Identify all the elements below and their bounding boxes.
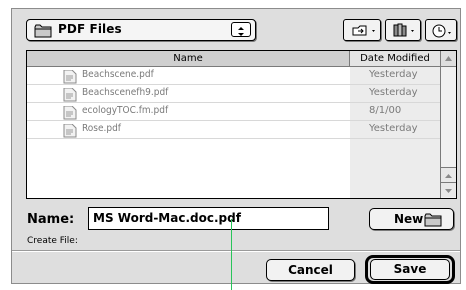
file-name-input[interactable]: MS Word-Mac.doc.pdf [88,207,329,230]
cancel-button[interactable]: Cancel [266,259,355,281]
file-date: Yesterday [369,87,418,98]
file-name: Rose.pdf [82,123,121,134]
list-body: Beachscene.pdf Yesterday Beachscenefh9.p… [27,67,440,198]
popup-arrows-icon [231,22,251,37]
clock-icon [432,24,451,38]
sort-up-icon [445,56,452,61]
file-name: ecologyTOC.fm.pdf [82,105,169,116]
create-file-label: Create File: [27,236,78,246]
pointer-line [231,219,232,290]
desktop-icon [352,25,375,36]
pdf-document-icon [63,123,77,142]
scroll-down-button[interactable] [441,182,456,197]
scroll-up-button[interactable] [441,167,456,182]
shortcuts-button[interactable] [385,19,421,41]
file-name: Beachscenefh9.pdf [82,87,169,98]
shortcuts-icon [393,23,414,37]
desktop-button[interactable] [343,19,381,41]
list-item[interactable]: ecologyTOC.fm.pdf 8/1/00 [27,103,440,121]
column-header-date[interactable]: Date Modified [350,51,440,66]
vertical-scrollbar[interactable] [440,67,456,198]
file-date: Yesterday [369,69,418,80]
list-item[interactable]: Beachscene.pdf Yesterday [27,67,440,85]
list-item[interactable]: Beachscenefh9.pdf Yesterday [27,85,440,103]
folder-icon [34,23,52,42]
file-list[interactable]: Name Date Modified Beachscene.pdf Yester… [26,50,457,199]
name-label: Name: [27,212,75,227]
file-name: Beachscene.pdf [82,69,154,80]
save-button[interactable]: Save [370,259,450,280]
arrow-down-icon [445,189,452,193]
folder-popup-label: PDF Files [58,22,122,36]
arrow-up-icon [445,174,452,178]
new-folder-icon [424,212,442,231]
file-date: Yesterday [369,123,418,134]
list-item[interactable]: Rose.pdf Yesterday [27,121,440,139]
folder-popup[interactable]: PDF Files [26,19,256,41]
save-dialog: PDF Files Name Date Modified Beachscene.… [11,8,461,284]
new-folder-button[interactable]: New [369,208,454,230]
list-header: Name Date Modified [27,51,440,67]
new-folder-label: New [394,212,424,226]
file-date: 8/1/00 [369,105,402,116]
recent-button[interactable] [425,19,457,41]
column-header-name[interactable]: Name [27,51,350,66]
sort-direction-button[interactable] [440,51,456,67]
default-button-ring: Save [365,255,455,284]
